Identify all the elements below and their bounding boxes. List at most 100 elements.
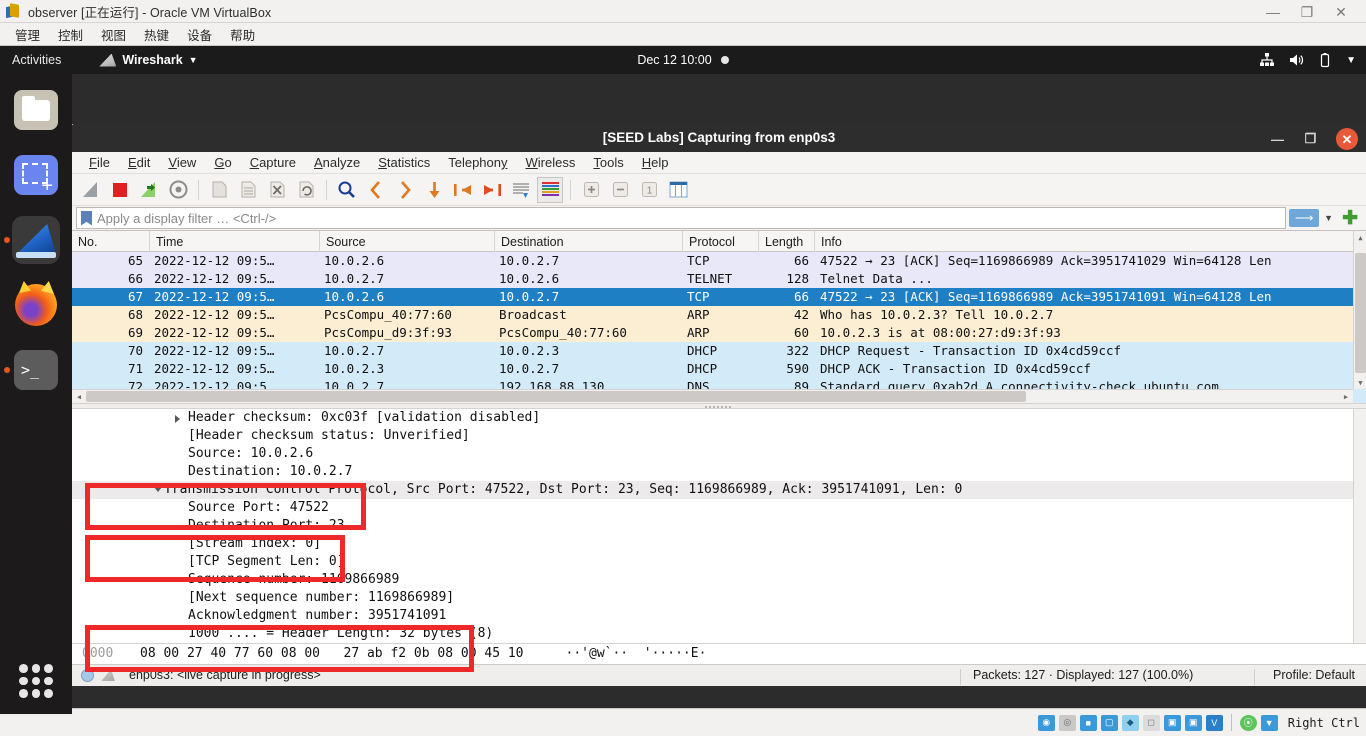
zoom-reset-icon[interactable]: 1 [636,177,662,203]
reload-file-icon[interactable] [293,177,319,203]
chevron-down-icon[interactable]: ▼ [1324,213,1333,223]
scrollbar-thumb[interactable] [86,391,1026,402]
floppy-icon[interactable]: ■ [1080,715,1097,731]
packet-list-vertical-scrollbar[interactable]: ▲ ▼ [1353,231,1366,389]
start-capture-icon[interactable] [78,177,104,203]
find-packet-icon[interactable] [334,177,360,203]
restart-capture-icon[interactable] [136,177,162,203]
scroll-up-icon[interactable]: ▲ [1354,231,1366,244]
minimize-icon[interactable]: — [1270,132,1285,147]
maximize-icon[interactable]: ❐ [1300,5,1314,19]
detail-field[interactable]: Header checksum: 0xc03f [validation disa… [72,409,1366,427]
add-filter-button-icon[interactable]: ✚ [1342,209,1358,228]
zoom-in-icon[interactable] [578,177,604,203]
vbox-menu-help[interactable]: 帮助 [221,23,264,46]
column-header-protocol[interactable]: Protocol [683,231,759,252]
recording-icon[interactable]: ▣ [1185,715,1202,731]
close-file-icon[interactable] [264,177,290,203]
dock-item-firefox[interactable] [12,281,60,329]
detail-field[interactable]: Destination: 10.0.2.7 [72,463,1366,481]
go-back-icon[interactable] [363,177,389,203]
open-file-icon[interactable] [206,177,232,203]
dock-item-terminal[interactable]: >_ [12,346,60,394]
apply-filter-arrow-icon[interactable]: ⟶ [1289,209,1319,227]
virtualbox-icon[interactable]: V [1206,715,1223,731]
usb-icon[interactable]: ◆ [1122,715,1139,731]
dock-item-files[interactable] [12,86,60,134]
packet-bytes-pane[interactable]: 0000 08 00 27 40 77 60 08 00 27 ab f2 0b… [72,643,1366,664]
vbox-menu-view[interactable]: 视图 [92,23,135,46]
menu-capture[interactable]: Capture [241,154,305,171]
menu-file[interactable]: File [80,154,119,171]
expand-triangle-icon[interactable] [175,415,180,423]
detail-field[interactable]: [TCP Segment Len: 0] [72,553,1366,571]
chevron-down-icon[interactable]: ▼ [1346,55,1356,66]
detail-field[interactable]: Sequence number: 1169866989 [72,571,1366,589]
detail-field[interactable]: 1000 .... = Header Length: 32 bytes (8) [72,625,1366,643]
detail-field[interactable]: Source: 10.0.2.6 [72,445,1366,463]
packet-list-row[interactable]: 692022-12-12 09:5…PcsCompu_d9:3f:93PcsCo… [72,324,1366,342]
packet-details-scrollbar[interactable] [1353,409,1366,643]
menu-tools[interactable]: Tools [584,154,632,171]
vbox-menu-hotkeys[interactable]: 热键 [135,23,178,46]
display-icon[interactable]: ▣ [1164,715,1181,731]
activities-button[interactable]: Activities [0,53,73,67]
bookmark-icon[interactable] [81,211,92,226]
colorize-icon[interactable] [537,177,563,203]
detail-field[interactable]: Destination Port: 23 [72,517,1366,535]
detail-field[interactable]: Source Port: 47522 [72,499,1366,517]
go-first-packet-icon[interactable] [450,177,476,203]
capture-file-icon[interactable] [101,669,115,681]
column-header-info[interactable]: Info [815,231,1366,252]
save-file-icon[interactable] [235,177,261,203]
detail-field[interactable]: [Header checksum status: Unverified] [72,427,1366,445]
menu-edit[interactable]: Edit [119,154,159,171]
show-applications-button[interactable] [19,664,53,698]
detail-field[interactable]: Acknowledgment number: 3951741091 [72,607,1366,625]
packet-details-pane[interactable]: Header checksum: 0xc03f [validation disa… [72,409,1366,643]
menu-go[interactable]: Go [205,154,240,171]
packet-list-row[interactable]: 672022-12-12 09:5…10.0.2.610.0.2.7TCP664… [72,288,1366,306]
packet-list-horizontal-scrollbar[interactable]: ◀ ▶ [72,389,1353,403]
menu-statistics[interactable]: Statistics [369,154,439,171]
column-header-destination[interactable]: Destination [495,231,683,252]
column-header-length[interactable]: Length [759,231,815,252]
stop-capture-icon[interactable] [107,177,133,203]
minimize-icon[interactable]: — [1266,5,1280,19]
optical-disk-icon[interactable]: ◎ [1059,715,1076,731]
packet-list-row[interactable]: 712022-12-12 09:5…10.0.2.310.0.2.7DHCP59… [72,360,1366,378]
packet-list-pane[interactable]: No. Time Source Destination Protocol Len… [72,230,1366,403]
menu-help[interactable]: Help [633,154,678,171]
scroll-right-icon[interactable]: ▶ [1339,390,1353,403]
zoom-out-icon[interactable] [607,177,633,203]
detail-field[interactable]: [Stream index: 0] [72,535,1366,553]
go-last-packet-icon[interactable] [479,177,505,203]
go-to-packet-icon[interactable] [421,177,447,203]
dock-item-wireshark[interactable] [12,216,60,264]
display-filter-input[interactable]: Apply a display filter … <Ctrl-/> [76,207,1286,229]
host-key-icon[interactable]: ▼ [1261,715,1278,731]
close-icon[interactable]: ✕ [1334,5,1348,19]
scroll-down-icon[interactable]: ▼ [1354,376,1366,389]
detail-protocol-header[interactable]: Transmission Control Protocol, Src Port:… [72,481,1366,499]
vbox-menu-control[interactable]: 控制 [49,23,92,46]
menu-wireless[interactable]: Wireless [517,154,585,171]
menu-analyze[interactable]: Analyze [305,154,369,171]
menu-telephony[interactable]: Telephony [439,154,516,171]
shared-folder-icon[interactable]: ◻ [1143,715,1160,731]
scrollbar-thumb[interactable] [1355,253,1366,373]
expand-triangle-icon[interactable] [154,487,162,492]
maximize-icon[interactable]: ❐ [1303,132,1318,147]
profile-label[interactable]: Profile: Default [1273,668,1355,682]
column-header-no[interactable]: No. [72,231,150,252]
resize-columns-icon[interactable] [665,177,691,203]
app-menu-wireshark[interactable]: Wireshark ▼ [99,53,197,67]
detail-field[interactable]: [Next sequence number: 1169866989] [72,589,1366,607]
go-forward-icon[interactable] [392,177,418,203]
packet-list-row[interactable]: 702022-12-12 09:5…10.0.2.710.0.2.3DHCP32… [72,342,1366,360]
network-icon[interactable]: ▢ [1101,715,1118,731]
auto-scroll-icon[interactable] [508,177,534,203]
column-header-source[interactable]: Source [320,231,495,252]
packet-list-row[interactable]: 652022-12-12 09:5…10.0.2.610.0.2.7TCP664… [72,252,1366,270]
vbox-menu-manage[interactable]: 管理 [6,23,49,46]
